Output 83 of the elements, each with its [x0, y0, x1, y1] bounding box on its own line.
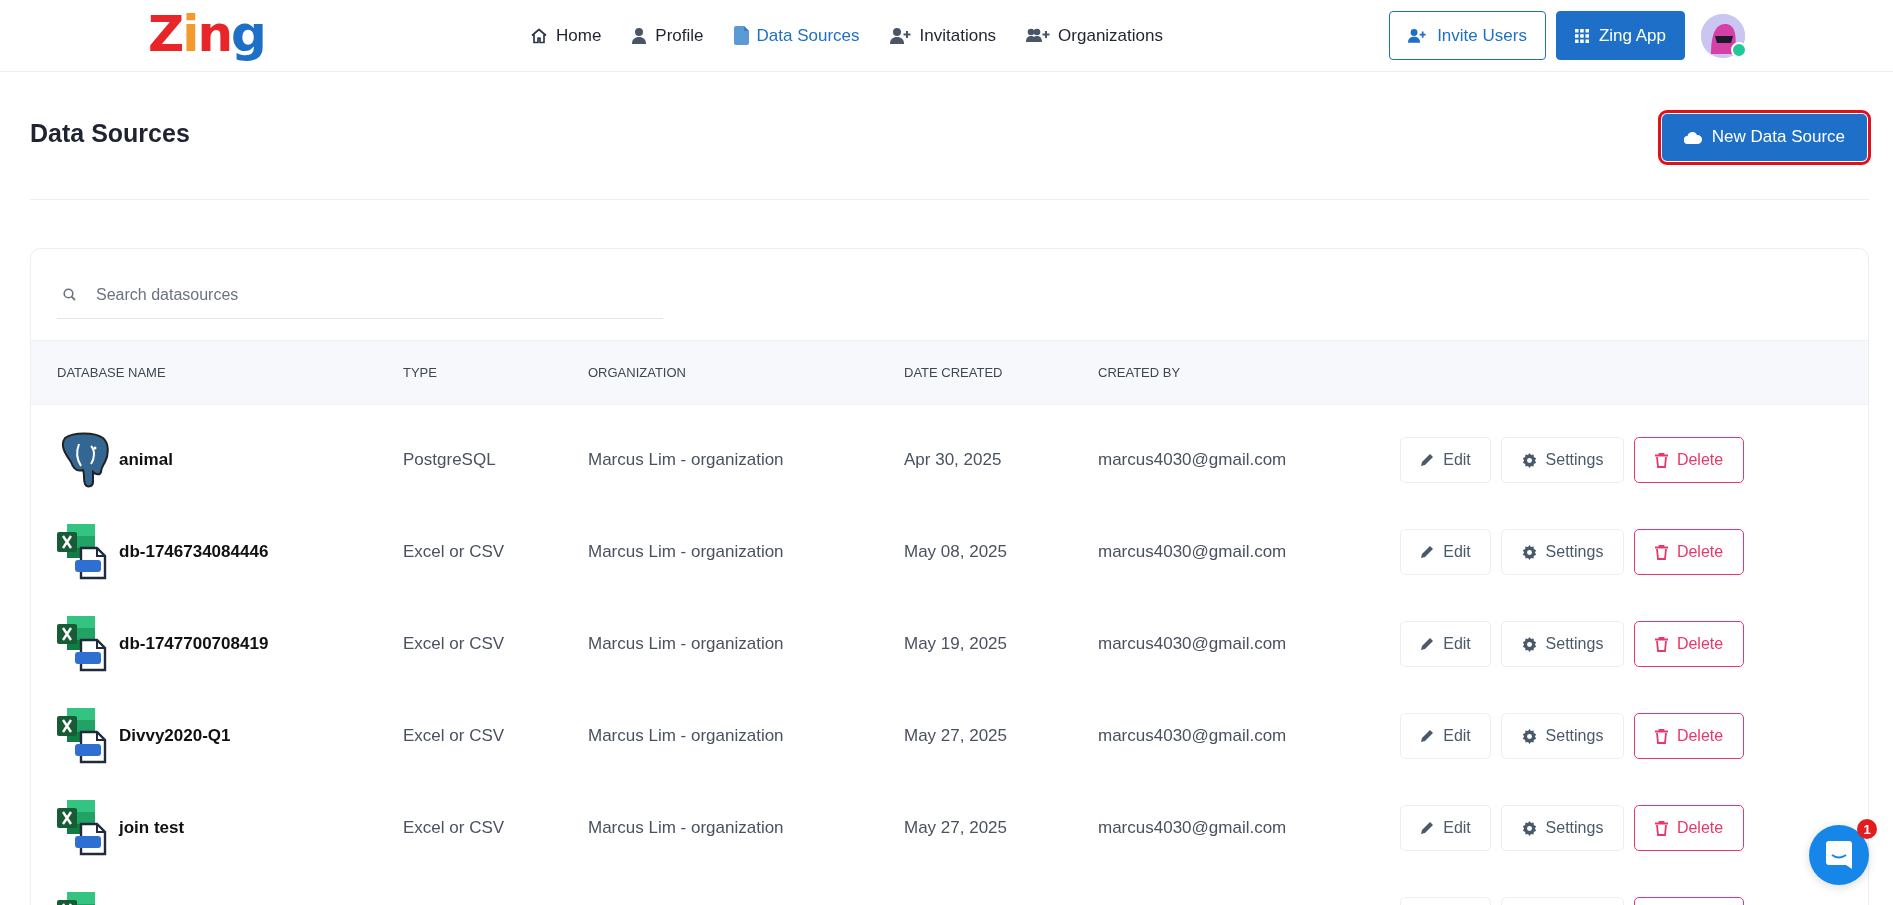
settings-icon — [1521, 636, 1537, 652]
nav-link[interactable]: Home — [530, 19, 602, 52]
pencil-icon — [1420, 637, 1435, 651]
creator-email: marcus4030@gmail.com — [1098, 450, 1288, 470]
creator-email: marcus4030@gmail.com — [1098, 818, 1288, 838]
people-plus-icon — [1026, 27, 1051, 44]
data-type: Excel or CSV — [403, 542, 506, 562]
edit-button[interactable]: Edit — [1400, 621, 1491, 667]
cloud-icon — [1683, 130, 1702, 144]
search-icon — [63, 288, 76, 301]
person-plus-icon — [1408, 28, 1428, 43]
delete-button[interactable]: Delete — [1634, 529, 1744, 575]
delete-button[interactable]: Delete — [1634, 437, 1744, 483]
creator-email: marcus4030@gmail.com — [1098, 542, 1288, 562]
delete-button[interactable]: Delete — [1634, 713, 1744, 759]
nav-link[interactable]: Organizations — [1026, 19, 1163, 52]
person-plus-icon — [889, 27, 912, 44]
page-title: Data Sources — [30, 118, 190, 148]
chat-icon — [1826, 841, 1852, 869]
user-avatar[interactable] — [1701, 13, 1745, 58]
organization-name: Marcus Lim - organization — [588, 450, 785, 470]
trash-icon — [1654, 636, 1668, 652]
settings-icon — [1521, 728, 1537, 744]
home-icon — [530, 26, 548, 45]
column-header: DATABASE NAME — [57, 365, 167, 380]
grid-icon — [1574, 28, 1589, 43]
notification-badge: 1 — [1857, 819, 1877, 839]
database-name: Divvy2020-Q1 — [119, 726, 231, 746]
nav-link[interactable]: Profile — [631, 19, 704, 52]
database-name: animal — [119, 450, 173, 470]
edit-button[interactable]: Edit — [1400, 805, 1491, 851]
database-name: join test — [119, 818, 185, 838]
settings-icon — [1521, 820, 1537, 836]
edit-button[interactable]: Edit — [1400, 529, 1491, 575]
nav-link[interactable]: Invitations — [889, 19, 997, 52]
database-name: db-1746734084446 — [119, 542, 269, 562]
logo[interactable]: Zing — [148, 3, 272, 64]
organization-name: Marcus Lim - organization — [588, 818, 785, 838]
settings-icon — [1521, 452, 1537, 468]
invite-users-button[interactable]: Invite Users — [1389, 11, 1546, 60]
date-created: Apr 30, 2025 — [904, 450, 1003, 470]
creator-email: marcus4030@gmail.com — [1098, 726, 1288, 746]
delete-button[interactable]: Delete — [1634, 805, 1744, 851]
trash-icon — [1654, 728, 1668, 744]
organization-name: Marcus Lim - organization — [588, 634, 785, 654]
date-created: May 08, 2025 — [904, 542, 1008, 562]
person-icon — [631, 27, 648, 44]
date-created: May 27, 2025 — [904, 818, 1008, 838]
pencil-icon — [1420, 453, 1435, 467]
edit-button[interactable]: Edit — [1400, 713, 1491, 759]
data-type: PostgreSQL — [403, 450, 497, 470]
date-created: May 27, 2025 — [904, 726, 1008, 746]
column-header: CREATED BY — [1098, 365, 1182, 380]
trash-icon — [1654, 544, 1668, 560]
database-name: db-1747700708419 — [119, 634, 269, 654]
chat-button[interactable] — [1809, 825, 1869, 885]
column-header: TYPE — [403, 365, 438, 380]
data-type: Excel or CSV — [403, 818, 506, 838]
trash-icon — [1654, 452, 1668, 468]
settings-button[interactable]: Settings — [1501, 805, 1624, 851]
app-button[interactable]: Zing App — [1555, 11, 1685, 60]
settings-button[interactable]: Settings — [1501, 713, 1624, 759]
settings-icon — [1521, 544, 1537, 560]
organization-name: Marcus Lim - organization — [588, 726, 785, 746]
pencil-icon — [1420, 545, 1435, 559]
data-type: Excel or CSV — [403, 634, 506, 654]
trash-icon — [1654, 820, 1668, 836]
search-field[interactable]: Search datasources — [94, 284, 663, 305]
creator-email: marcus4030@gmail.com — [1098, 634, 1288, 654]
data-type: Excel or CSV — [403, 726, 506, 746]
nav-link[interactable]: Data Sources — [733, 19, 860, 52]
settings-button[interactable]: Settings — [1501, 437, 1624, 483]
pencil-icon — [1420, 821, 1435, 835]
column-header: ORGANIZATION — [588, 365, 687, 380]
file-icon — [733, 26, 749, 45]
edit-button[interactable]: Edit — [1400, 437, 1491, 483]
delete-button[interactable]: Delete — [1634, 621, 1744, 667]
settings-button[interactable]: Settings — [1501, 621, 1624, 667]
column-header: DATE CREATED — [904, 365, 1004, 380]
settings-button[interactable]: Settings — [1501, 529, 1624, 575]
date-created: May 19, 2025 — [904, 634, 1008, 654]
organization-name: Marcus Lim - organization — [588, 542, 785, 562]
pencil-icon — [1420, 729, 1435, 743]
